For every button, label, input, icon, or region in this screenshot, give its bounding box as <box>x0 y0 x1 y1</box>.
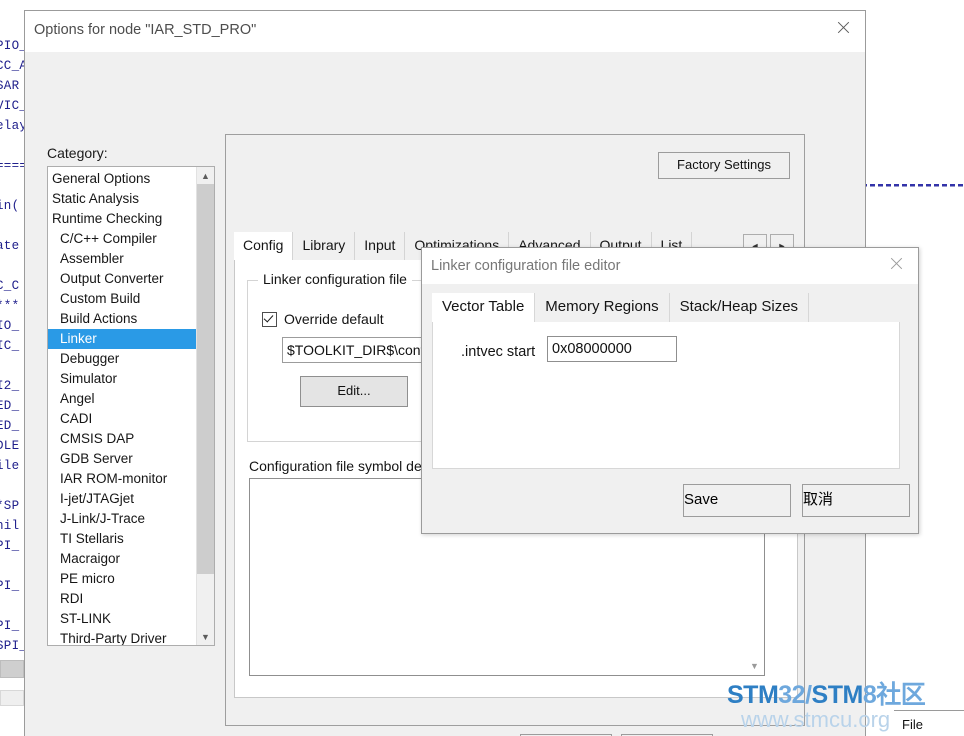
screen-root: PIO_ CC_A SAR VIC_ elay ==== in( ate C_C… <box>0 0 964 736</box>
override-default-checkbox[interactable] <box>262 311 277 327</box>
category-item[interactable]: Linker <box>48 329 208 349</box>
category-item-label: Simulator <box>60 371 118 386</box>
editor-tab-stack-heap-sizes[interactable]: Stack/Heap Sizes <box>669 293 810 322</box>
linker-config-editor-dialog: Linker configuration file editor Vector … <box>421 247 919 534</box>
editor-tabstrip: Vector Table Memory Regions Stack/Heap Siz… <box>432 293 810 322</box>
category-item[interactable]: Build Actions <box>48 309 196 329</box>
close-glyph <box>889 257 902 270</box>
category-item-label: CMSIS DAP <box>60 431 135 446</box>
editor-dialog-titlebar: Linker configuration file editor <box>422 248 918 284</box>
category-item[interactable]: CMSIS DAP <box>48 429 196 449</box>
category-item-label: Static Analysis <box>52 191 140 206</box>
close-icon[interactable] <box>872 248 918 278</box>
category-item[interactable]: Third-Party Driver <box>48 629 196 646</box>
category-item[interactable]: Static Analysis <box>48 189 196 209</box>
category-item[interactable]: ST-LINK <box>48 609 196 629</box>
category-scrollbar-thumb[interactable] <box>197 184 214 574</box>
category-item-label: General Options <box>52 171 151 186</box>
options-dialog-title: Options for node "IAR_STD_PRO" <box>34 22 257 38</box>
editor-tab-vector-table[interactable]: Vector Table <box>432 293 536 322</box>
category-item-label: CADI <box>60 411 93 426</box>
category-item[interactable]: Debugger <box>48 349 196 369</box>
category-item-label: Build Actions <box>60 311 138 326</box>
category-item[interactable]: IAR ROM-monitor <box>48 469 196 489</box>
factory-settings-button[interactable]: Factory Settings <box>658 152 790 179</box>
edit-button[interactable]: Edit... <box>300 376 408 407</box>
close-icon[interactable] <box>819 11 865 43</box>
category-item-label: Macraigor <box>60 551 121 566</box>
override-default-row[interactable]: Override default <box>262 311 384 327</box>
background-scrollbar-thumb[interactable] <box>0 660 24 678</box>
tab-config[interactable]: Config <box>234 232 294 260</box>
editor-dialog-title: Linker configuration file editor <box>431 258 621 274</box>
chevron-down-icon[interactable]: ▼ <box>197 628 214 645</box>
category-item[interactable]: I-jet/JTAGjet <box>48 489 196 509</box>
group-legend: Linker configuration file <box>258 271 412 287</box>
category-item[interactable]: GDB Server <box>48 449 196 469</box>
chevron-up-icon[interactable]: ▲ <box>197 167 214 184</box>
category-item-label: Output Converter <box>60 271 164 286</box>
category-item-label: TI Stellaris <box>60 531 124 546</box>
background-file-panel: File <box>894 710 964 736</box>
category-list[interactable]: General Options Static Analysis Runtime Ch… <box>47 166 215 646</box>
category-item-label: Debugger <box>60 351 120 366</box>
tab-input[interactable]: Input <box>355 232 406 260</box>
category-item[interactable]: Output Converter <box>48 269 196 289</box>
background-scrollbar-track[interactable] <box>0 690 24 706</box>
category-item-label: GDB Server <box>60 451 133 466</box>
chevron-down-icon[interactable]: ▼ <box>746 657 763 674</box>
category-item-label: Runtime Checking <box>52 211 163 226</box>
category-item-label: J-Link/J-Trace <box>60 511 146 526</box>
category-item-label: Assembler <box>60 251 124 266</box>
category-item-label: Angel <box>60 391 95 406</box>
editor-tab-memory-regions[interactable]: Memory Regions <box>535 293 670 322</box>
category-item[interactable]: General Options <box>48 169 196 189</box>
category-item-label: IAR ROM-monitor <box>60 471 168 486</box>
category-item-label: I-jet/JTAGjet <box>60 491 135 506</box>
editor-cancel-button[interactable]: 取消 <box>802 484 910 517</box>
category-item[interactable]: PE micro <box>48 569 196 589</box>
category-item-label: Third-Party Driver <box>60 631 167 646</box>
category-item-label: Custom Build <box>60 291 141 306</box>
close-glyph <box>836 21 849 34</box>
category-item-label: PE micro <box>60 571 115 586</box>
background-file-label: File <box>902 717 923 732</box>
category-scrollbar[interactable]: ▲ ▼ <box>196 167 214 645</box>
category-item-label: Linker <box>60 331 97 346</box>
override-default-label: Override default <box>284 311 384 327</box>
vector-table-tab-page: .intvec start 0x08000000 <box>432 322 900 469</box>
category-item[interactable]: Assembler <box>48 249 196 269</box>
category-label: Category: <box>47 145 108 161</box>
intvec-start-input[interactable]: 0x08000000 <box>547 336 677 362</box>
category-item[interactable]: Angel <box>48 389 196 409</box>
category-item[interactable]: CADI <box>48 409 196 429</box>
category-item-label: C/C++ Compiler <box>60 231 157 246</box>
category-item[interactable]: Runtime Checking <box>48 209 196 229</box>
category-item-label: ST-LINK <box>60 611 112 626</box>
category-item[interactable]: Custom Build <box>48 289 196 309</box>
category-list-items: General Options Static Analysis Runtime Ch… <box>48 167 208 646</box>
options-dialog-titlebar: Options for node "IAR_STD_PRO" <box>25 11 865 52</box>
save-button[interactable]: Save <box>683 484 791 517</box>
category-item[interactable]: RDI <box>48 589 196 609</box>
category-item[interactable]: Macraigor <box>48 549 196 569</box>
tab-library[interactable]: Library <box>293 232 356 260</box>
category-item[interactable]: TI Stellaris <box>48 529 196 549</box>
category-item-label: RDI <box>60 591 84 606</box>
category-item[interactable]: Simulator <box>48 369 196 389</box>
category-item[interactable]: C/C++ Compiler <box>48 229 196 249</box>
intvec-start-label: .intvec start <box>461 344 536 360</box>
category-item[interactable]: J-Link/J-Trace <box>48 509 196 529</box>
